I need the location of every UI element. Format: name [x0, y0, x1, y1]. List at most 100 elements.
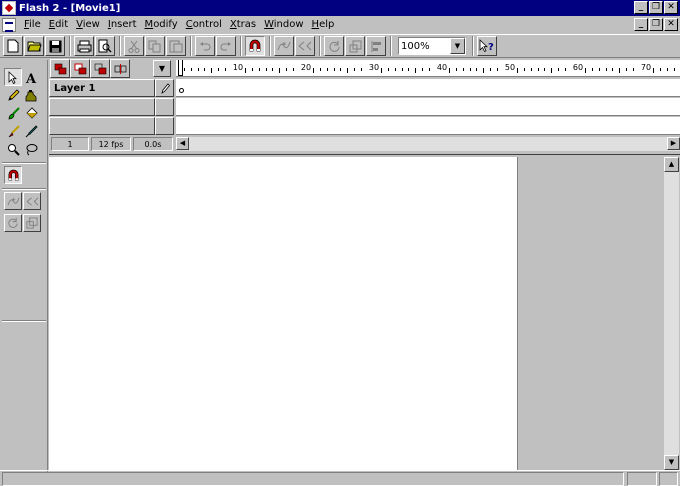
doc-minimize-button[interactable]: _ — [634, 18, 648, 31]
frame-view-dropdown[interactable]: ▼ — [153, 60, 171, 77]
menu-help[interactable]: Help — [308, 17, 339, 32]
scroll-down-icon[interactable]: ▼ — [664, 455, 679, 470]
dropper-tool[interactable] — [22, 122, 40, 140]
menu-file[interactable]: File — [20, 17, 45, 32]
snap-button[interactable] — [245, 36, 265, 56]
window-title: Flash 2 - [Movie1] — [19, 2, 121, 14]
context-help-button[interactable]: ? — [477, 36, 497, 56]
layer-frames[interactable] — [176, 79, 680, 97]
chevron-down-icon: ▼ — [158, 64, 166, 73]
ruler-tick — [666, 68, 668, 71]
layer-row[interactable]: Layer 1 — [49, 79, 175, 97]
ruler-tick — [394, 68, 396, 71]
toolbar-separator — [472, 36, 474, 56]
undo-button[interactable] — [195, 36, 215, 56]
paint-bucket-tool[interactable] — [22, 104, 40, 122]
print-button[interactable] — [74, 36, 94, 56]
menu-window[interactable]: Window — [260, 17, 307, 32]
ruler-tick — [462, 68, 464, 71]
menu-modify[interactable]: Modify — [141, 17, 182, 32]
ruler-label: 70 — [639, 63, 653, 72]
add-layer-button[interactable] — [50, 59, 70, 78]
print-preview-button[interactable] — [95, 36, 115, 56]
align-button[interactable] — [366, 36, 386, 56]
doc-close-button[interactable]: ✕ — [664, 18, 678, 31]
ruler-tick — [326, 68, 328, 71]
keyframe-marker[interactable] — [179, 88, 184, 93]
menu-view[interactable]: View — [72, 17, 104, 32]
layer-name[interactable]: Layer 1 — [49, 79, 155, 97]
ink-bottle-tool[interactable] — [22, 86, 40, 104]
context-help-icon: ? — [479, 39, 494, 53]
zoom-select[interactable]: 100% ▼ — [398, 37, 466, 55]
straighten-button[interactable] — [295, 36, 315, 56]
ruler-tick — [558, 68, 559, 71]
copy-button[interactable] — [145, 36, 165, 56]
layer-header: ▼ — [49, 58, 175, 79]
stage-vscroll[interactable]: ▲ ▼ — [664, 157, 679, 470]
ruler-label: 10 — [231, 63, 245, 72]
playhead[interactable] — [178, 60, 183, 76]
frame-rate[interactable]: 12 fps — [91, 137, 131, 151]
snap-modifier-button[interactable] — [4, 166, 22, 184]
arrow-tool[interactable] — [4, 68, 22, 86]
restore-button[interactable]: ❐ — [649, 1, 663, 14]
onion-skin-button[interactable] — [70, 59, 90, 78]
flash-app-icon[interactable] — [2, 1, 16, 15]
scroll-up-icon[interactable]: ▲ — [664, 157, 679, 172]
drawing-tools: A — [4, 68, 40, 158]
save-button[interactable] — [45, 36, 65, 56]
ruler-tick — [408, 68, 410, 71]
redo-button[interactable] — [216, 36, 236, 56]
scroll-right-icon[interactable]: ▶ — [667, 137, 680, 150]
empty-layer-row — [49, 98, 175, 116]
menu-control[interactable]: Control — [182, 17, 226, 32]
ruler-tick — [354, 68, 355, 71]
straighten-modifier-button[interactable] — [23, 192, 41, 210]
open-folder-icon — [26, 41, 42, 52]
menu-xtras[interactable]: Xtras — [226, 17, 260, 32]
tool-separator — [2, 320, 46, 322]
eraser-tool[interactable] — [4, 122, 22, 140]
layer-edit-toggle[interactable] — [155, 79, 174, 97]
document-icon[interactable] — [2, 17, 16, 32]
stage-canvas[interactable] — [49, 157, 518, 470]
new-file-button[interactable] — [3, 36, 23, 56]
rotate-button[interactable] — [324, 36, 344, 56]
menu-insert[interactable]: Insert — [104, 17, 141, 32]
zoom-tool[interactable] — [4, 140, 22, 158]
scale-modifier-button[interactable] — [23, 214, 41, 232]
ruler-tick — [632, 68, 634, 71]
timeline-hscroll[interactable]: ◀ ▶ — [176, 137, 680, 151]
snap-magnet-icon — [249, 39, 261, 52]
ruler-tick — [333, 68, 335, 71]
paste-button[interactable] — [166, 36, 186, 56]
close-button[interactable]: ✕ — [664, 1, 678, 14]
pencil-tool[interactable] — [4, 86, 22, 104]
smooth-modifier-button[interactable] — [4, 192, 22, 210]
menu-edit[interactable]: Edit — [45, 17, 72, 32]
scroll-left-icon[interactable]: ◀ — [176, 137, 189, 150]
smooth-button[interactable] — [274, 36, 294, 56]
tool-palette: A — [0, 60, 48, 472]
lasso-tool[interactable] — [22, 140, 40, 158]
magnifier-icon — [7, 143, 20, 156]
doc-restore-button[interactable]: ❐ — [649, 18, 663, 31]
empty-frames — [176, 117, 680, 135]
zoom-value: 100% — [401, 40, 430, 52]
scale-button[interactable] — [345, 36, 365, 56]
text-tool[interactable]: A — [22, 68, 40, 86]
open-button[interactable] — [24, 36, 44, 56]
ruler-label: 50 — [503, 63, 517, 72]
ruler-tick — [496, 68, 498, 71]
frame-ruler[interactable]: 10 20 30 40 50 60 70 — [176, 60, 680, 77]
minimize-button[interactable]: _ — [634, 1, 648, 14]
brush-tool[interactable] — [4, 104, 22, 122]
edit-multiple-frames-button[interactable] — [110, 59, 130, 78]
rotate-modifier-button[interactable] — [4, 214, 22, 232]
elapsed-time: 0.0s — [133, 137, 173, 151]
onion-outline-button[interactable] — [90, 59, 110, 78]
chevron-down-icon[interactable]: ▼ — [450, 38, 465, 54]
ruler-tick — [184, 68, 185, 71]
cut-button[interactable] — [124, 36, 144, 56]
